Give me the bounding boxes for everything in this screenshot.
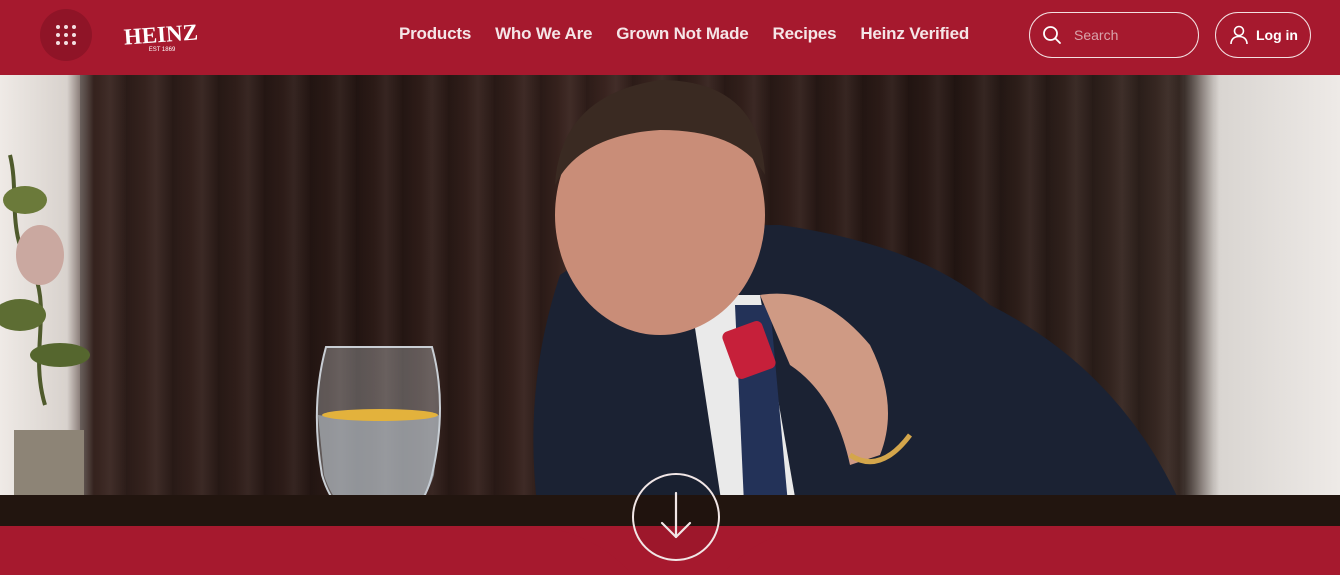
heinz-logo[interactable]: HEINZ EST 1869	[122, 18, 200, 54]
user-icon	[1230, 25, 1248, 45]
person-image	[533, 80, 1190, 526]
site-header: HEINZ EST 1869 Products Who We Are Grown…	[0, 0, 1340, 75]
main-nav: Products Who We Are Grown Not Made Recip…	[399, 24, 969, 44]
nav-grown-not-made[interactable]: Grown Not Made	[616, 24, 748, 44]
search-input[interactable]	[1074, 27, 1184, 43]
plant-image	[0, 154, 90, 526]
nav-recipes[interactable]: Recipes	[773, 24, 837, 44]
login-label: Log in	[1256, 27, 1298, 43]
search-icon	[1043, 26, 1061, 44]
menu-grid-button[interactable]	[40, 9, 92, 61]
login-button[interactable]: Log in	[1215, 12, 1311, 58]
logo-text: HEINZ	[123, 19, 199, 49]
hero-scene	[0, 80, 1340, 526]
search-box[interactable]	[1029, 12, 1199, 58]
scroll-down-button[interactable]	[632, 473, 720, 561]
nav-products[interactable]: Products	[399, 24, 471, 44]
logo-sub: EST 1869	[149, 47, 176, 53]
nav-heinz-verified[interactable]: Heinz Verified	[860, 24, 969, 44]
nav-who-we-are[interactable]: Who We Are	[495, 24, 592, 44]
arrow-down-icon	[660, 491, 692, 539]
grid-dots-icon	[56, 25, 60, 29]
hero-video	[0, 75, 1340, 526]
